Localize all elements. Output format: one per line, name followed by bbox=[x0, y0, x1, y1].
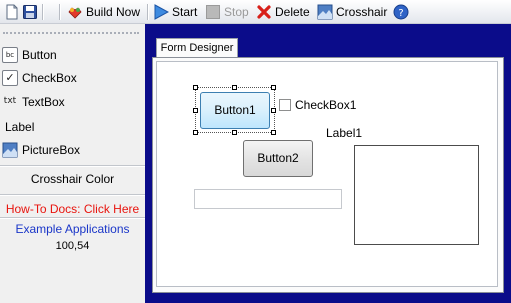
stop-button: Stop bbox=[205, 3, 249, 21]
crosshair-icon bbox=[317, 4, 333, 20]
crosshair-button[interactable]: Crosshair bbox=[317, 3, 387, 21]
resize-handle-bottom-right[interactable] bbox=[271, 130, 276, 135]
resize-handle-top-right[interactable] bbox=[271, 85, 276, 90]
build-now-label: Build Now bbox=[86, 5, 141, 19]
svg-text:?: ? bbox=[398, 8, 403, 19]
new-document-icon bbox=[4, 4, 20, 20]
stop-icon bbox=[205, 4, 221, 20]
form-designer-panel: Button1 CheckBox1 Label1 Button2 bbox=[152, 57, 504, 293]
help-button[interactable]: ? bbox=[393, 3, 409, 21]
toolbox-item-label: PictureBox bbox=[22, 143, 81, 157]
picturebox-control-icon bbox=[2, 142, 18, 158]
checkbox-label: CheckBox1 bbox=[295, 98, 357, 112]
toolbox-item-label: Label bbox=[5, 120, 35, 134]
toolbox-grip bbox=[3, 32, 139, 34]
toolbox-item-picturebox[interactable]: PictureBox bbox=[2, 140, 80, 160]
form-checkbox1[interactable]: CheckBox1 bbox=[279, 98, 356, 112]
start-icon bbox=[153, 4, 170, 20]
start-button[interactable]: Start bbox=[153, 3, 197, 21]
start-label: Start bbox=[172, 5, 198, 19]
resize-handle-top[interactable] bbox=[232, 85, 237, 90]
form-picturebox1[interactable] bbox=[354, 145, 479, 245]
form-button1[interactable]: Button1 bbox=[200, 92, 270, 129]
delete-icon bbox=[256, 4, 272, 20]
resize-handle-left[interactable] bbox=[193, 108, 198, 113]
resize-handle-bottom-left[interactable] bbox=[193, 130, 198, 135]
resize-handle-bottom[interactable] bbox=[232, 130, 237, 135]
form-textbox1[interactable] bbox=[194, 189, 342, 209]
crosshair-label: Crosshair bbox=[336, 5, 388, 19]
new-button[interactable] bbox=[4, 3, 20, 21]
example-applications-link[interactable]: Example Applications bbox=[0, 222, 145, 236]
delete-label: Delete bbox=[275, 5, 310, 19]
toolbox-item-textbox[interactable]: txt TextBox bbox=[2, 92, 65, 112]
toolbox-item-label-control[interactable]: Label bbox=[5, 117, 34, 137]
toolbox-divider bbox=[0, 165, 145, 167]
textbox-control-icon: txt bbox=[3, 96, 17, 106]
toolbox-panel: bc Button ✓ CheckBox txt TextBox Label P… bbox=[0, 24, 145, 303]
resize-handle-right[interactable] bbox=[271, 108, 276, 113]
toolbox-item-button[interactable]: bc Button bbox=[2, 45, 57, 65]
button-control-icon: bc bbox=[2, 47, 18, 63]
design-surface[interactable]: Button1 CheckBox1 Label1 Button2 bbox=[156, 61, 498, 287]
build-now-button[interactable]: Build Now bbox=[67, 3, 140, 21]
checkbox-box[interactable] bbox=[279, 99, 291, 111]
save-button[interactable] bbox=[22, 3, 38, 21]
build-icon bbox=[67, 4, 83, 20]
toolbox-item-label: Button bbox=[22, 48, 57, 62]
form-button2[interactable]: Button2 bbox=[243, 140, 313, 177]
designer-area: Form Designer Button1 CheckBox1 Label1 B… bbox=[145, 24, 511, 303]
save-icon bbox=[22, 4, 38, 20]
toolbox-item-checkbox[interactable]: ✓ CheckBox bbox=[2, 68, 77, 88]
toolbox-divider bbox=[0, 217, 145, 219]
crosshair-color-button[interactable]: Crosshair Color bbox=[0, 172, 145, 186]
toolbox-item-label: TextBox bbox=[22, 95, 65, 109]
form-label1[interactable]: Label1 bbox=[326, 126, 362, 140]
delete-button[interactable]: Delete bbox=[256, 3, 310, 21]
howto-docs-link[interactable]: How-To Docs: Click Here bbox=[0, 202, 145, 216]
checkbox-control-icon: ✓ bbox=[2, 70, 18, 86]
toolbox-item-label: CheckBox bbox=[22, 71, 77, 85]
help-icon: ? bbox=[393, 4, 409, 20]
toolbar: Build Now Start Stop Delete Crosshair ? bbox=[0, 0, 511, 24]
resize-handle-top-left[interactable] bbox=[193, 85, 198, 90]
stop-label: Stop bbox=[224, 5, 249, 19]
toolbox-divider bbox=[0, 194, 145, 196]
tab-form-designer[interactable]: Form Designer bbox=[156, 38, 238, 58]
cursor-coordinates: 100,54 bbox=[55, 240, 90, 252]
